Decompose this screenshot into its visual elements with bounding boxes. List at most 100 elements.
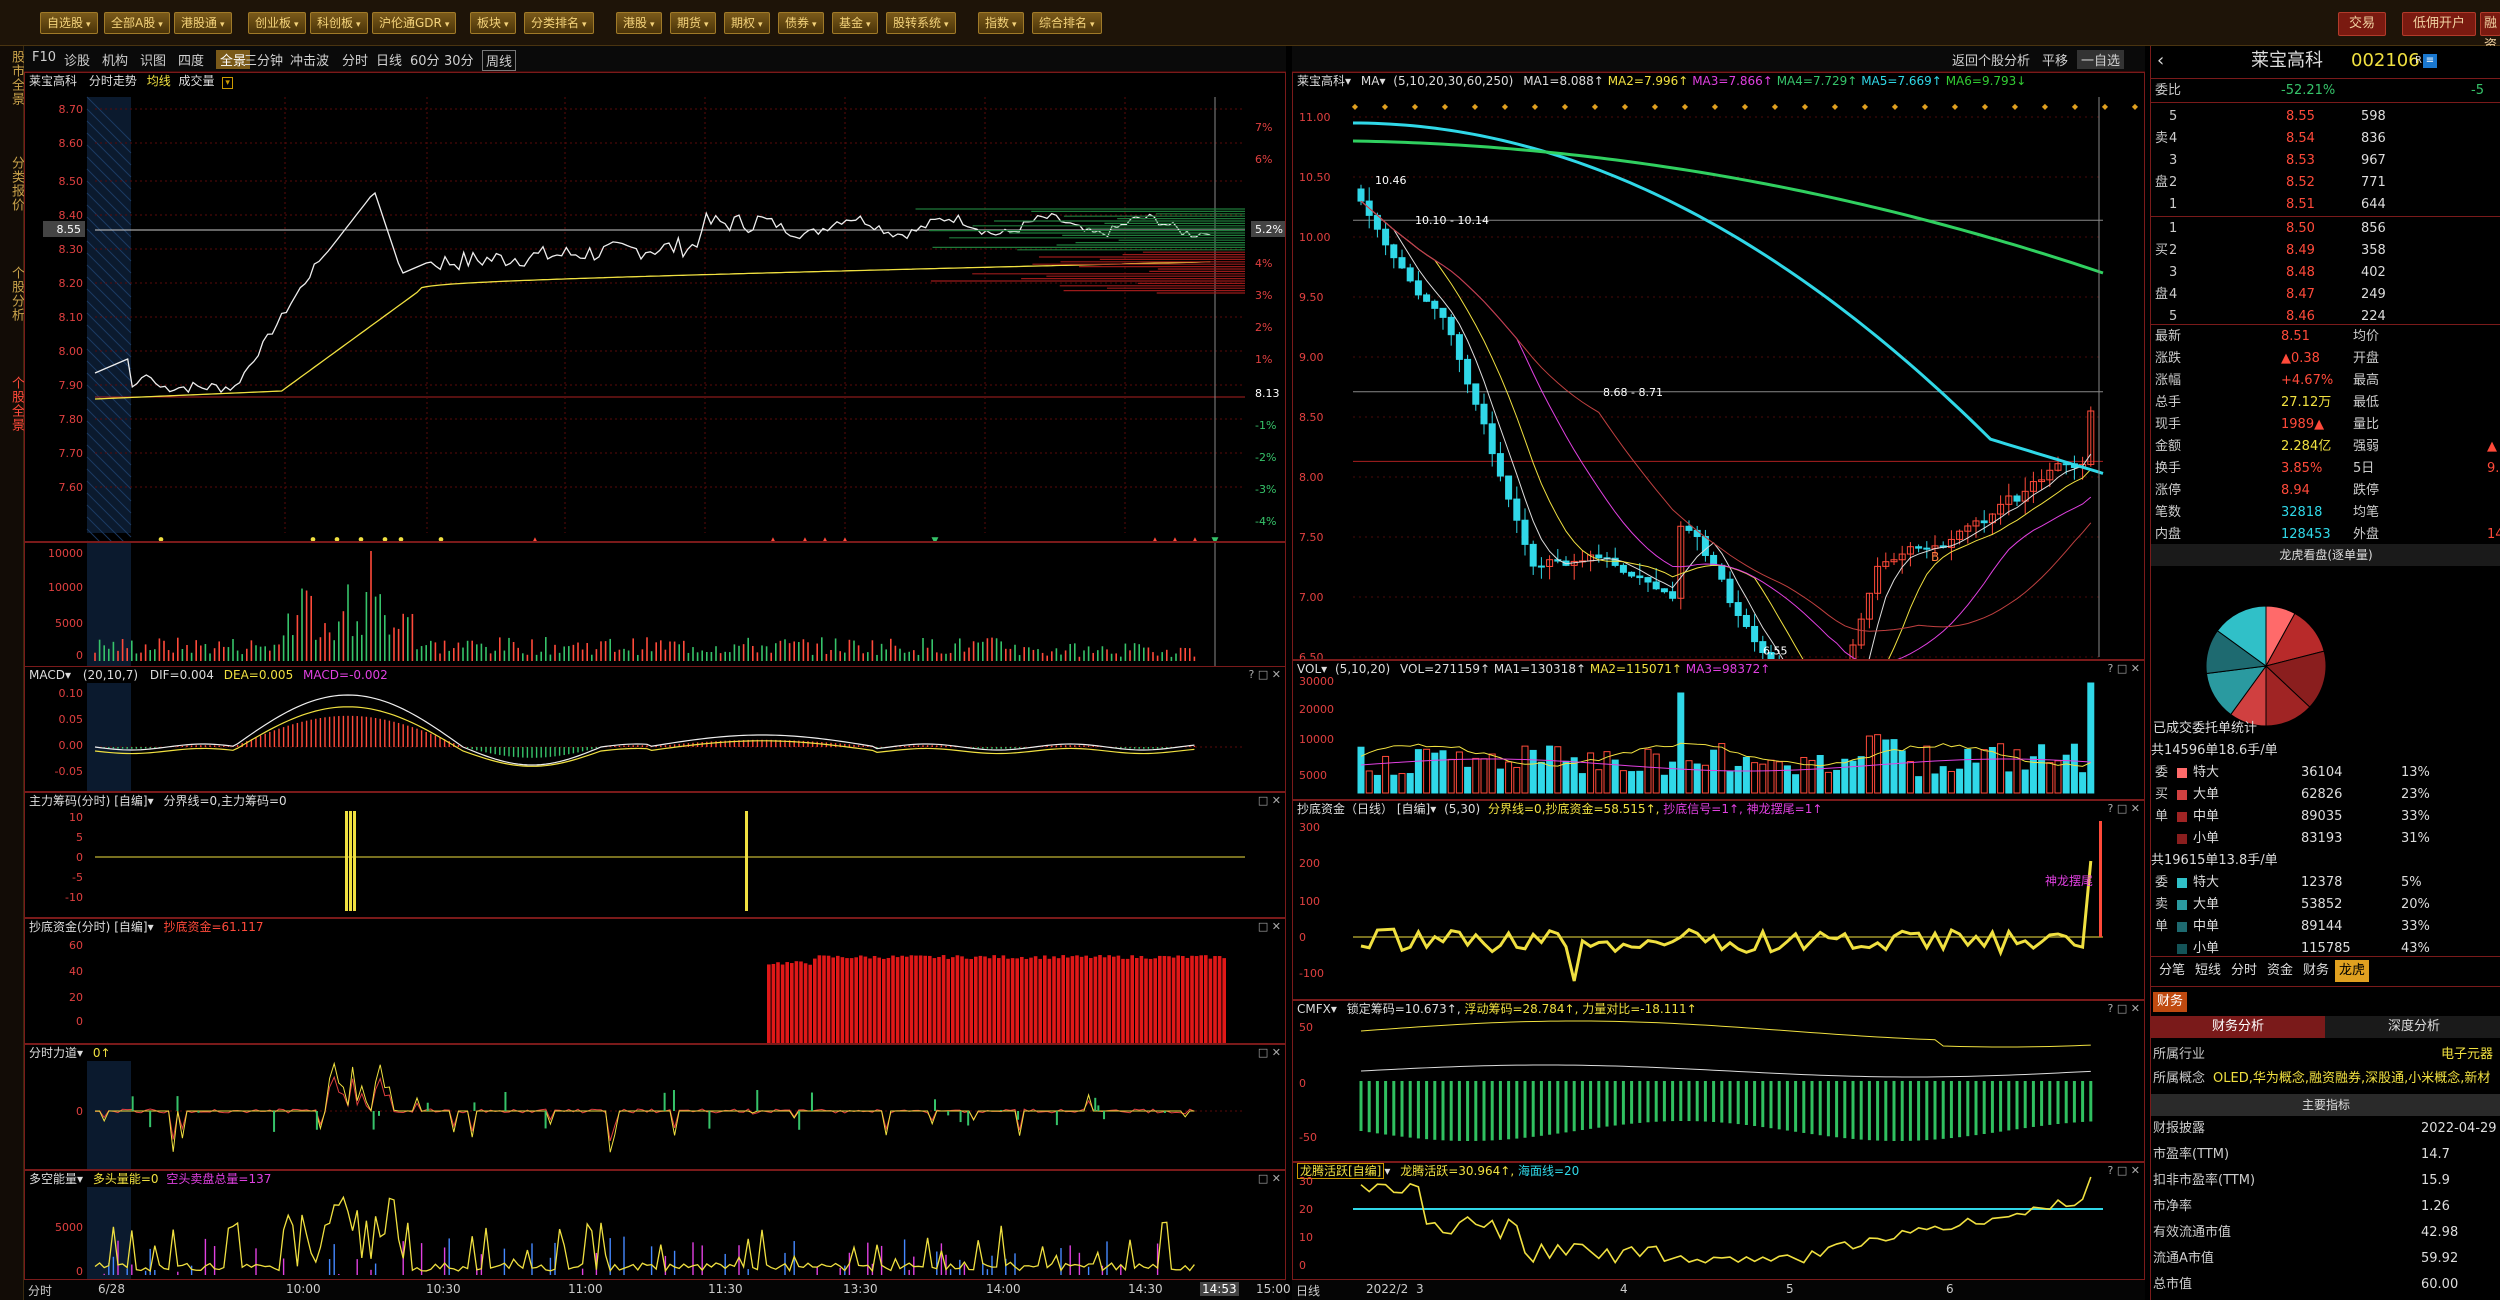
cd-bar — [1015, 958, 1019, 1043]
kvol-bar — [1669, 761, 1677, 794]
cd-bar — [1213, 956, 1217, 1043]
cd-bar — [891, 955, 895, 1043]
vtab-stock-overview[interactable]: 个股全景 — [0, 376, 24, 432]
menu-button-7[interactable]: 分类排名 ▾ — [524, 12, 594, 34]
tool-institution[interactable]: 机构 — [102, 50, 128, 69]
menu-button-15[interactable]: 综合排名 ▾ — [1032, 12, 1102, 34]
kvol-axis-label: 5000 — [1299, 769, 1327, 782]
low-commission-account-button[interactable]: 低佣开户 — [2402, 12, 2477, 36]
cd-bar — [1075, 955, 1079, 1043]
menu-button-3[interactable]: 创业板 ▾ — [248, 12, 306, 34]
menu-button-8[interactable]: 港股 ▾ — [616, 12, 662, 34]
stat-value: ▲0.38 — [2281, 351, 2320, 366]
period-60min[interactable]: 60分 — [410, 50, 440, 69]
kcd-axis-label: 300 — [1299, 821, 1320, 834]
vtab-market-overview[interactable]: 股市全景 — [0, 50, 24, 106]
menu-button-2[interactable]: 港股通 ▾ — [174, 12, 232, 34]
period-30min[interactable]: 30分 — [444, 50, 474, 69]
cd-bar — [937, 956, 941, 1043]
kvol-bar — [1685, 760, 1693, 794]
tool-shockwave[interactable]: 冲击波 — [290, 50, 329, 69]
kvol-bar — [1398, 773, 1406, 794]
dragon-active-panel: 龙腾活跃[自编] ▾ 龙腾活跃=30.964↑, 海面线=20 ? □ ✕ 30 2… — [1292, 1162, 2145, 1280]
weibi-label: 委比 — [2155, 83, 2182, 98]
cd-bar — [808, 964, 812, 1043]
menu-button-label: 创业板 — [255, 16, 292, 30]
cd-bar — [849, 958, 854, 1043]
kvol-bar — [1841, 758, 1849, 794]
period-weekly[interactable]: 周线 — [482, 50, 517, 71]
stat-row-1: 涨跌 ▲0.38 开盘 — [2151, 348, 2500, 370]
margin-button[interactable]: 融资 — [2480, 12, 2500, 53]
tool-four-degree[interactable]: 四度 — [178, 50, 204, 69]
stat-value-2: 147 — [2487, 527, 2500, 542]
cd-bar — [1070, 956, 1075, 1043]
kvol-bar — [2087, 682, 2095, 794]
current-price-tag: 8.55 — [57, 223, 82, 236]
tool-diagnose[interactable]: 诊股 — [64, 50, 90, 69]
lt-axis-label: 30 — [1299, 1175, 1313, 1188]
quote-tab-3[interactable]: 资金 — [2263, 960, 2297, 982]
menu-button-14[interactable]: 指数 ▾ — [978, 12, 1024, 34]
side-label: 卖 — [2155, 897, 2169, 912]
trade-button[interactable]: 交易 — [2338, 12, 2387, 36]
lt-axis-label: 0 — [1299, 1259, 1306, 1272]
kline-axis-label: 9.00 — [1299, 351, 1324, 364]
kvol-bar — [2070, 743, 2078, 794]
kvol-bar — [2021, 769, 2029, 794]
kvol-bar — [1890, 739, 1898, 794]
candle-body — [1685, 525, 1693, 531]
menu-button-10[interactable]: 期权 ▾ — [724, 12, 770, 34]
chevron-down-icon: ▾ — [158, 20, 163, 30]
kv-value: 15.9 — [2421, 1173, 2450, 1188]
quote-tab-5[interactable]: 龙虎 — [2335, 960, 2369, 982]
kvol-bar — [1775, 761, 1783, 794]
kline-marker: ◆ — [1532, 102, 1539, 111]
back-to-stock-analysis[interactable]: 返回个股分析 — [1952, 50, 2030, 69]
vtab-stock-analysis[interactable]: 个股分析 — [0, 266, 24, 322]
candle-body — [1390, 244, 1398, 259]
pan-button[interactable]: 平移 — [2042, 50, 2068, 69]
vtab-category-quotes[interactable]: 分类报价 — [0, 156, 24, 212]
concept-label: 所属概念 — [2153, 1071, 2206, 1086]
menu-button-12[interactable]: 基金 ▾ — [832, 12, 878, 34]
tool-f10[interactable]: F10 — [32, 50, 56, 65]
quote-tab-2[interactable]: 分时 — [2227, 960, 2261, 982]
back-arrow-icon[interactable]: ‹ — [2157, 46, 2164, 76]
cd-bar — [1066, 957, 1070, 1043]
deep-analysis-tab[interactable]: 深度分析 — [2327, 1016, 2500, 1038]
period-daily[interactable]: 日线 — [376, 50, 402, 69]
price-axis-label: 7.60 — [59, 481, 84, 494]
dk-axis-label: 5000 — [55, 1221, 83, 1234]
quote-tab-0[interactable]: 分笔 — [2155, 960, 2189, 982]
kline-marker: ◆ — [1472, 102, 1479, 111]
kline-marker: ◆ — [1862, 102, 1869, 111]
menu-button-6[interactable]: 板块 ▾ — [470, 12, 516, 34]
menu-button-5[interactable]: 沪伦通GDR ▾ — [372, 12, 457, 34]
info-icon[interactable]: ≡ — [2423, 54, 2437, 68]
candle-body — [1923, 547, 1931, 550]
quote-tab-4[interactable]: 财务 — [2299, 960, 2333, 982]
candle-body — [1628, 571, 1636, 577]
period-intraday[interactable]: 分时 — [342, 50, 368, 69]
menu-button-11[interactable]: 债券 ▾ — [778, 12, 824, 34]
menu-button-13[interactable]: 股转系统 ▾ — [886, 12, 956, 34]
fin-analysis-tab[interactable]: 财务分析 — [2151, 1016, 2325, 1038]
menu-button-9[interactable]: 期货 ▾ — [670, 12, 716, 34]
kvol-bar — [1554, 746, 1562, 794]
kv-label: 财报披露 — [2153, 1121, 2206, 1136]
candle-body — [1652, 581, 1660, 590]
kline-volume-chart: 30000 20000 10000 5000 — [1299, 675, 2095, 794]
menu-button-1[interactable]: 全部A股 ▾ — [104, 12, 170, 34]
cd-axis-label: 0 — [76, 1015, 83, 1028]
candle-body — [1751, 625, 1759, 643]
quote-tab-1[interactable]: 短线 — [2191, 960, 2225, 982]
menu-button-0[interactable]: 自选股 ▾ — [40, 12, 98, 34]
cd-bar — [845, 958, 849, 1043]
tool-three-minute[interactable]: 三分钟 — [244, 50, 283, 69]
cd-bar — [1153, 958, 1157, 1043]
watchlist-dropdown[interactable]: 一自选 — [2077, 50, 2125, 69]
tool-pattern[interactable]: 识图 — [140, 50, 166, 69]
fin-tab[interactable]: 财务 — [2153, 992, 2188, 1012]
menu-button-4[interactable]: 科创板 ▾ — [310, 12, 368, 34]
